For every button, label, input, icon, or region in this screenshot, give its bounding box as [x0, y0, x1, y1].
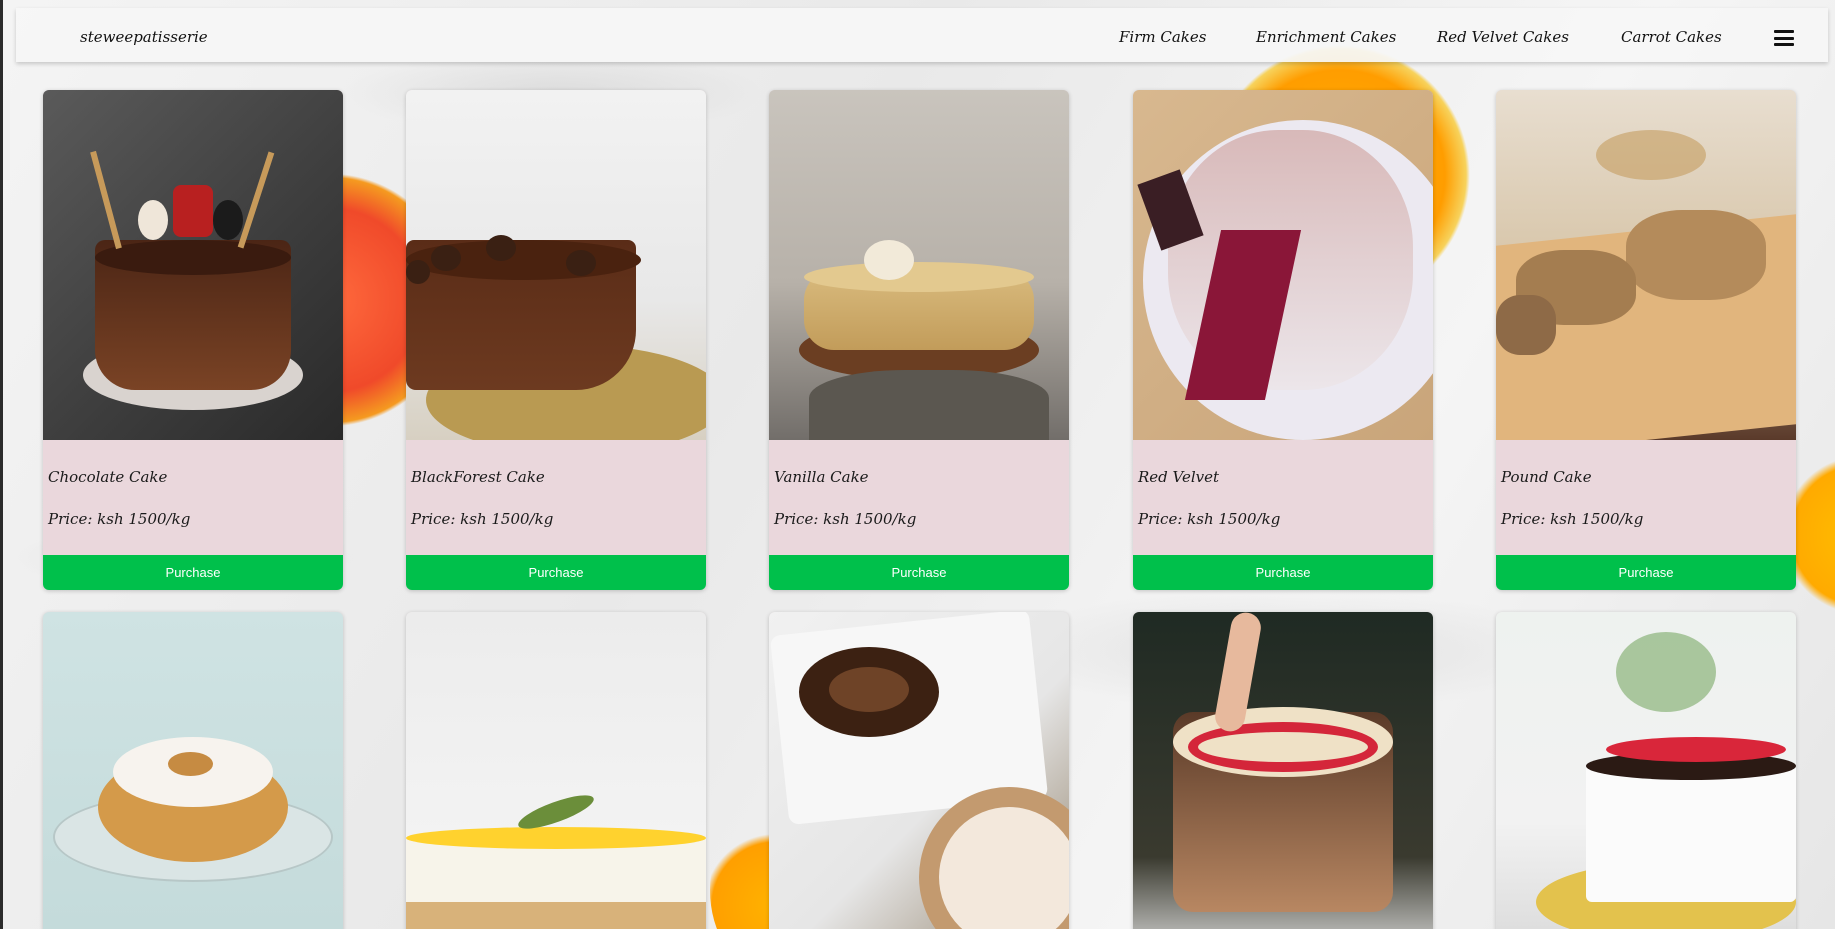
purchase-button[interactable]: Purchase	[406, 555, 706, 590]
product-card: Vanilla Cake Price: ksh 1500/kg Purchase	[769, 90, 1069, 590]
product-image	[769, 90, 1069, 440]
product-image	[43, 90, 343, 440]
hamburger-menu-icon[interactable]	[1774, 30, 1794, 46]
product-card: BlackForest Cake Price: ksh 1500/kg Purc…	[406, 90, 706, 590]
product-image	[406, 90, 706, 440]
top-navbar: steweepatisserie Firm Cakes Enrichment C…	[16, 8, 1828, 62]
product-card	[43, 612, 343, 929]
product-name: Chocolate Cake	[48, 468, 168, 486]
purchase-button[interactable]: Purchase	[1496, 555, 1796, 590]
product-price: Price: ksh 1500/kg	[774, 510, 917, 528]
product-name: BlackForest Cake	[411, 468, 545, 486]
product-image	[1496, 612, 1796, 929]
product-image	[1496, 90, 1796, 440]
product-image	[769, 612, 1069, 929]
brand-logo[interactable]: steweepatisserie	[80, 28, 208, 46]
product-name: Pound Cake	[1501, 468, 1592, 486]
product-price: Price: ksh 1500/kg	[1138, 510, 1281, 528]
product-name: Vanilla Cake	[774, 468, 869, 486]
product-card: Pound Cake Price: ksh 1500/kg Purchase	[1496, 90, 1796, 590]
product-price: Price: ksh 1500/kg	[1501, 510, 1644, 528]
nav-link-enrichment-cakes[interactable]: Enrichment Cakes	[1256, 28, 1396, 46]
purchase-button[interactable]: Purchase	[769, 555, 1069, 590]
product-card	[406, 612, 706, 929]
nav-link-red-velvet-cakes[interactable]: Red Velvet Cakes	[1437, 28, 1569, 46]
product-image	[406, 612, 706, 929]
product-image	[43, 612, 343, 929]
product-image	[1133, 612, 1433, 929]
product-card	[1496, 612, 1796, 929]
product-name: Red Velvet	[1138, 468, 1220, 486]
product-card	[769, 612, 1069, 929]
product-card	[1133, 612, 1433, 929]
product-price: Price: ksh 1500/kg	[411, 510, 554, 528]
product-card: Red Velvet Price: ksh 1500/kg Purchase	[1133, 90, 1433, 590]
nav-link-carrot-cakes[interactable]: Carrot Cakes	[1621, 28, 1722, 46]
purchase-button[interactable]: Purchase	[43, 555, 343, 590]
nav-link-firm-cakes[interactable]: Firm Cakes	[1119, 28, 1206, 46]
product-image	[1133, 90, 1433, 440]
product-price: Price: ksh 1500/kg	[48, 510, 191, 528]
product-card: Chocolate Cake Price: ksh 1500/kg Purcha…	[43, 90, 343, 590]
purchase-button[interactable]: Purchase	[1133, 555, 1433, 590]
